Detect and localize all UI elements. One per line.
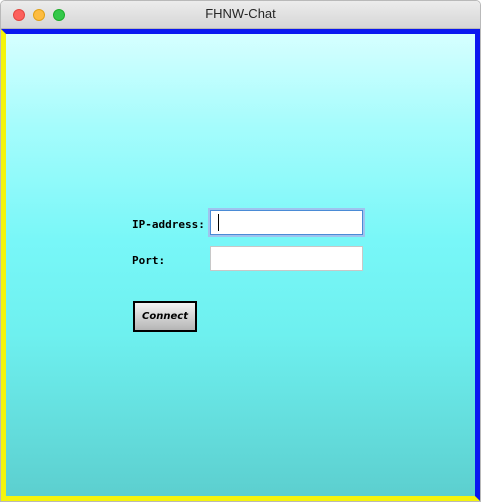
port-label: Port: [132,254,166,267]
window-title: FHNW-Chat [205,6,276,21]
connect-button[interactable]: Connect [133,301,197,332]
text-cursor [218,214,219,231]
title-bar[interactable]: FHNW-Chat [1,1,480,29]
ip-address-label: IP-address: [132,218,205,231]
connection-panel: IP-address: Port: Connect [1,29,480,501]
app-window: FHNW-Chat IP-address: Port: Connect [0,0,481,502]
port-input[interactable] [210,246,363,271]
ip-address-input[interactable] [210,210,363,235]
